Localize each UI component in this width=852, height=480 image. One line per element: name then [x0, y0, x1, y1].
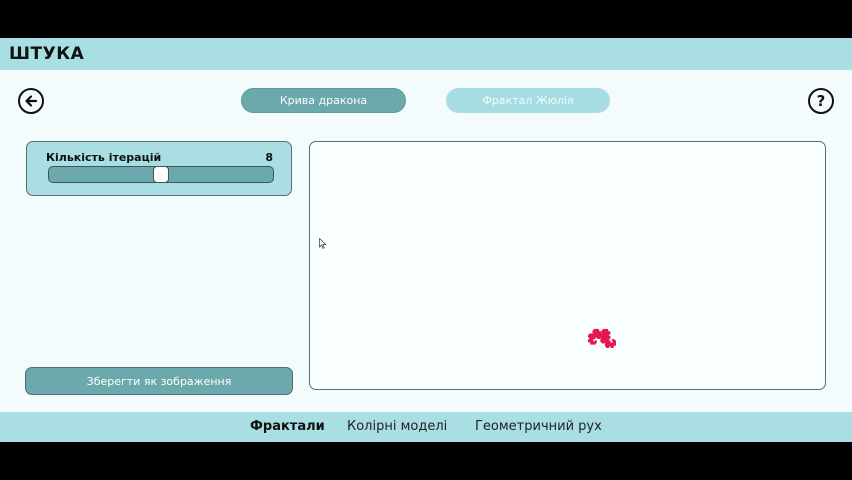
save-as-image-button[interactable]: Зберегти як зображення [25, 367, 293, 395]
nav-fractals[interactable]: Фрактали [250, 419, 325, 434]
iterations-value: 8 [265, 151, 273, 164]
bottom-nav: Фрактали Колірні моделі Геометричний рух [0, 412, 852, 442]
app-screen: ШТУКА Крива дракона Фрактал Жюлія ? Кіль… [0, 38, 852, 442]
back-button[interactable] [18, 88, 44, 114]
top-bar: ШТУКА [0, 38, 852, 70]
mouse-cursor-icon [319, 238, 327, 249]
app-title: ШТУКА [9, 44, 85, 64]
tab-dragon-curve[interactable]: Крива дракона [241, 88, 406, 113]
fractal-canvas[interactable] [309, 141, 826, 390]
question-mark-icon: ? [816, 92, 826, 110]
tab-julia-fractal[interactable]: Фрактал Жюлія [446, 88, 610, 113]
nav-geometric-motion[interactable]: Геометричний рух [475, 419, 602, 434]
iterations-slider[interactable] [48, 165, 274, 183]
arrow-left-icon [25, 95, 38, 107]
dragon-curve-drawing [587, 328, 617, 349]
help-button[interactable]: ? [808, 88, 834, 114]
iterations-label: Кількість ітерацій [46, 151, 162, 164]
slider-thumb[interactable] [153, 165, 169, 183]
iterations-panel: Кількість ітерацій 8 [26, 141, 292, 196]
nav-color-models[interactable]: Колірні моделі [347, 419, 447, 434]
dragon-curve-path [587, 328, 617, 349]
